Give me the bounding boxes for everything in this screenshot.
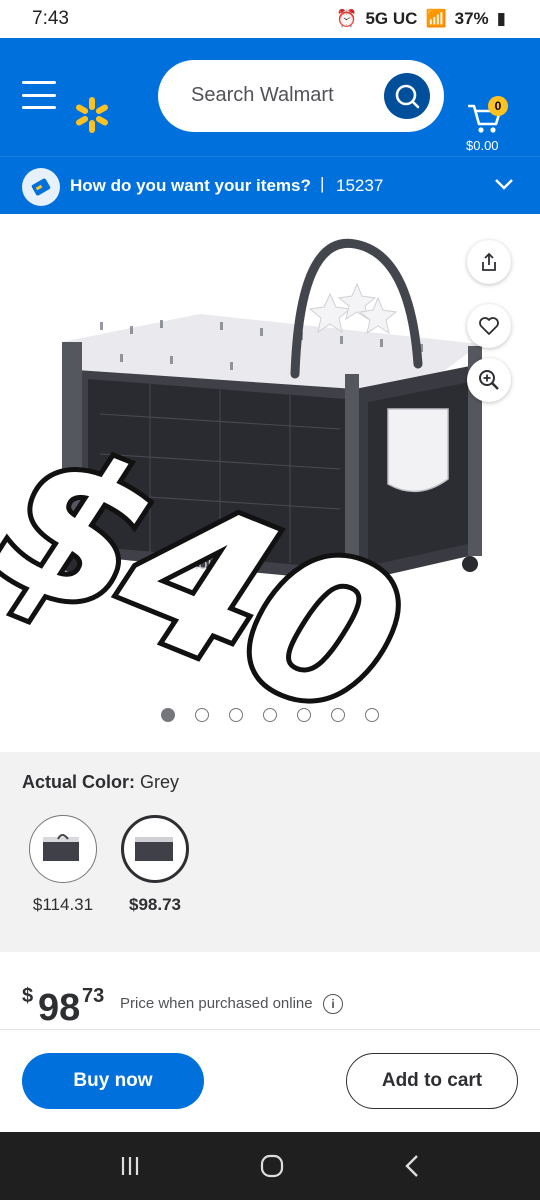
home-icon[interactable] (259, 1153, 285, 1179)
delivery-icon (22, 168, 60, 206)
zoom-icon (479, 370, 499, 390)
variant-price-2: $98.73 (129, 895, 181, 914)
system-nav-bar (0, 1132, 540, 1200)
price-currency: $ (22, 985, 34, 1007)
cart-button[interactable]: 0 $0.00 (466, 96, 516, 156)
info-icon[interactable]: i (323, 994, 343, 1014)
search-icon (395, 84, 420, 109)
share-button[interactable] (467, 240, 511, 284)
carousel-pagination (0, 708, 540, 722)
spark-logo-icon[interactable] (72, 95, 112, 135)
buy-now-button[interactable]: Buy now (22, 1053, 204, 1109)
price-dollars: 98 (38, 987, 81, 1029)
color-label-row: Actual Color: Grey (22, 772, 179, 793)
favorite-button[interactable] (467, 304, 511, 348)
action-bar: Buy now Add to cart (0, 1030, 540, 1132)
carousel-dot[interactable] (297, 708, 311, 722)
price-note: Price when purchased online (120, 995, 313, 1012)
carousel-dot[interactable] (365, 708, 379, 722)
chevron-down-icon[interactable] (494, 177, 514, 191)
recent-apps-icon[interactable] (118, 1154, 142, 1178)
menu-icon[interactable] (22, 81, 56, 109)
add-to-cart-button[interactable]: Add to cart (346, 1053, 518, 1109)
variant-thumbnail (135, 837, 173, 861)
delivery-zip: 15237 (336, 176, 384, 195)
search-placeholder: Search Walmart (191, 84, 334, 106)
search-input[interactable]: Search Walmart (158, 60, 444, 132)
app-header: Search Walmart 0 $0.00 (0, 38, 540, 156)
back-icon[interactable] (402, 1153, 422, 1179)
cart-count-badge: 0 (488, 96, 508, 116)
battery-label: 37% (454, 9, 489, 28)
delivery-prompt: How do you want your items? (70, 176, 311, 195)
color-label: Actual Color: (22, 772, 136, 792)
variant-swatch-2[interactable] (121, 815, 189, 883)
variant-selector: Actual Color: Grey $114.31 $98.73 (0, 752, 540, 952)
variant-thumbnail (43, 834, 79, 861)
signal-icon: 📶 (425, 9, 447, 28)
variant-price-1: $114.31 (32, 895, 94, 914)
network-label: 5G UC (365, 9, 418, 28)
delivery-separator: | (320, 174, 325, 193)
carousel-dot[interactable] (331, 708, 345, 722)
share-icon (482, 252, 496, 271)
price-cents: 73 (82, 985, 105, 1007)
cart-total: $0.00 (466, 138, 499, 153)
status-bar: 7:43 ⏰ 5G UC 📶 37% ▮ (0, 0, 540, 38)
status-time: 7:43 (32, 8, 69, 29)
variant-swatch-1[interactable] (29, 815, 97, 883)
search-button[interactable] (384, 73, 430, 119)
status-indicators: ⏰ 5G UC 📶 37% ▮ (336, 9, 506, 29)
product-image-carousel[interactable]: ioB $40 (0, 214, 540, 769)
carousel-dot[interactable] (263, 708, 277, 722)
carousel-dot[interactable] (195, 708, 209, 722)
delivery-bar[interactable]: How do you want your items? | 15237 (0, 156, 540, 214)
price-section: $ 98 73 Price when purchased online i (0, 952, 540, 1030)
carousel-dot[interactable] (229, 708, 243, 722)
alarm-icon: ⏰ (336, 9, 358, 28)
color-value: Grey (140, 772, 180, 792)
battery-icon: ▮ (496, 9, 506, 28)
carousel-dot[interactable] (161, 708, 175, 722)
heart-icon (479, 317, 499, 335)
zoom-button[interactable] (467, 358, 511, 402)
